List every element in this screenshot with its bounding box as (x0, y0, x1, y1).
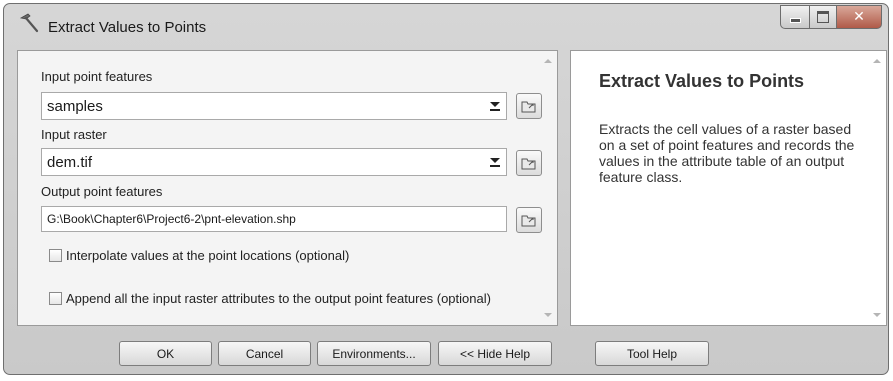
tool-help-button[interactable]: Tool Help (595, 341, 709, 366)
scroll-up-icon[interactable] (544, 59, 552, 63)
input-point-features-value: samples (47, 98, 103, 115)
scroll-down-icon[interactable] (873, 313, 881, 317)
append-attributes-label: Append all the input raster attributes t… (66, 291, 491, 306)
input-raster-value: dem.tif (47, 154, 93, 171)
help-scrollbar[interactable] (870, 53, 884, 323)
help-pane: Extract Values to Points Extracts the ce… (570, 50, 887, 326)
cancel-button[interactable]: Cancel (218, 341, 311, 366)
open-folder-icon (521, 101, 536, 113)
interpolate-checkbox[interactable] (49, 249, 62, 262)
input-raster-combobox[interactable]: dem.tif (41, 148, 507, 176)
output-point-features-field[interactable]: G:\Book\Chapter6\Project6-2\pnt-elevatio… (41, 206, 507, 232)
output-point-features-value: G:\Book\Chapter6\Project6-2\pnt-elevatio… (47, 212, 296, 226)
ok-button[interactable]: OK (119, 341, 212, 366)
parameters-pane: Input point features samples Input raste… (17, 50, 558, 326)
title-bar[interactable]: Extract Values to Points ✕ (4, 4, 888, 48)
append-attributes-checkbox[interactable] (49, 292, 62, 305)
open-folder-icon (521, 215, 536, 227)
scroll-up-icon[interactable] (873, 59, 881, 63)
close-button[interactable]: ✕ (836, 5, 882, 29)
maximize-icon (817, 11, 829, 23)
close-icon: ✕ (853, 9, 865, 25)
dropdown-arrow-icon[interactable] (486, 97, 504, 115)
window-controls: ✕ (780, 5, 882, 29)
interpolate-label: Interpolate values at the point location… (66, 248, 350, 263)
input-point-browse-button[interactable] (516, 93, 542, 119)
scroll-down-icon[interactable] (544, 313, 552, 317)
input-point-features-label: Input point features (41, 69, 153, 84)
tool-hammer-icon (19, 13, 39, 33)
output-point-features-label: Output point features (41, 184, 163, 199)
help-description: Extracts the cell values of a raster bas… (599, 121, 855, 185)
help-title: Extract Values to Points (599, 71, 805, 91)
minimize-button[interactable] (780, 5, 809, 29)
dropdown-arrow-icon[interactable] (486, 153, 504, 171)
maximize-button[interactable] (809, 5, 836, 29)
input-raster-label: Input raster (41, 127, 107, 142)
interpolate-option[interactable]: Interpolate values at the point location… (49, 248, 349, 263)
input-raster-browse-button[interactable] (516, 150, 542, 176)
append-attributes-option[interactable]: Append all the input raster attributes t… (49, 291, 491, 306)
parameters-scrollbar[interactable] (541, 53, 555, 323)
output-browse-button[interactable] (516, 207, 542, 233)
dialog-window: Extract Values to Points ✕ Input point f… (3, 3, 889, 375)
window-title: Extract Values to Points (48, 19, 207, 36)
open-folder-icon (521, 158, 536, 170)
button-bar: OK Cancel Environments... << Hide Help T… (4, 328, 888, 374)
hide-help-button[interactable]: << Hide Help (438, 341, 552, 366)
environments-button[interactable]: Environments... (317, 341, 431, 366)
input-point-features-combobox[interactable]: samples (41, 92, 507, 120)
minimize-icon (789, 17, 801, 23)
